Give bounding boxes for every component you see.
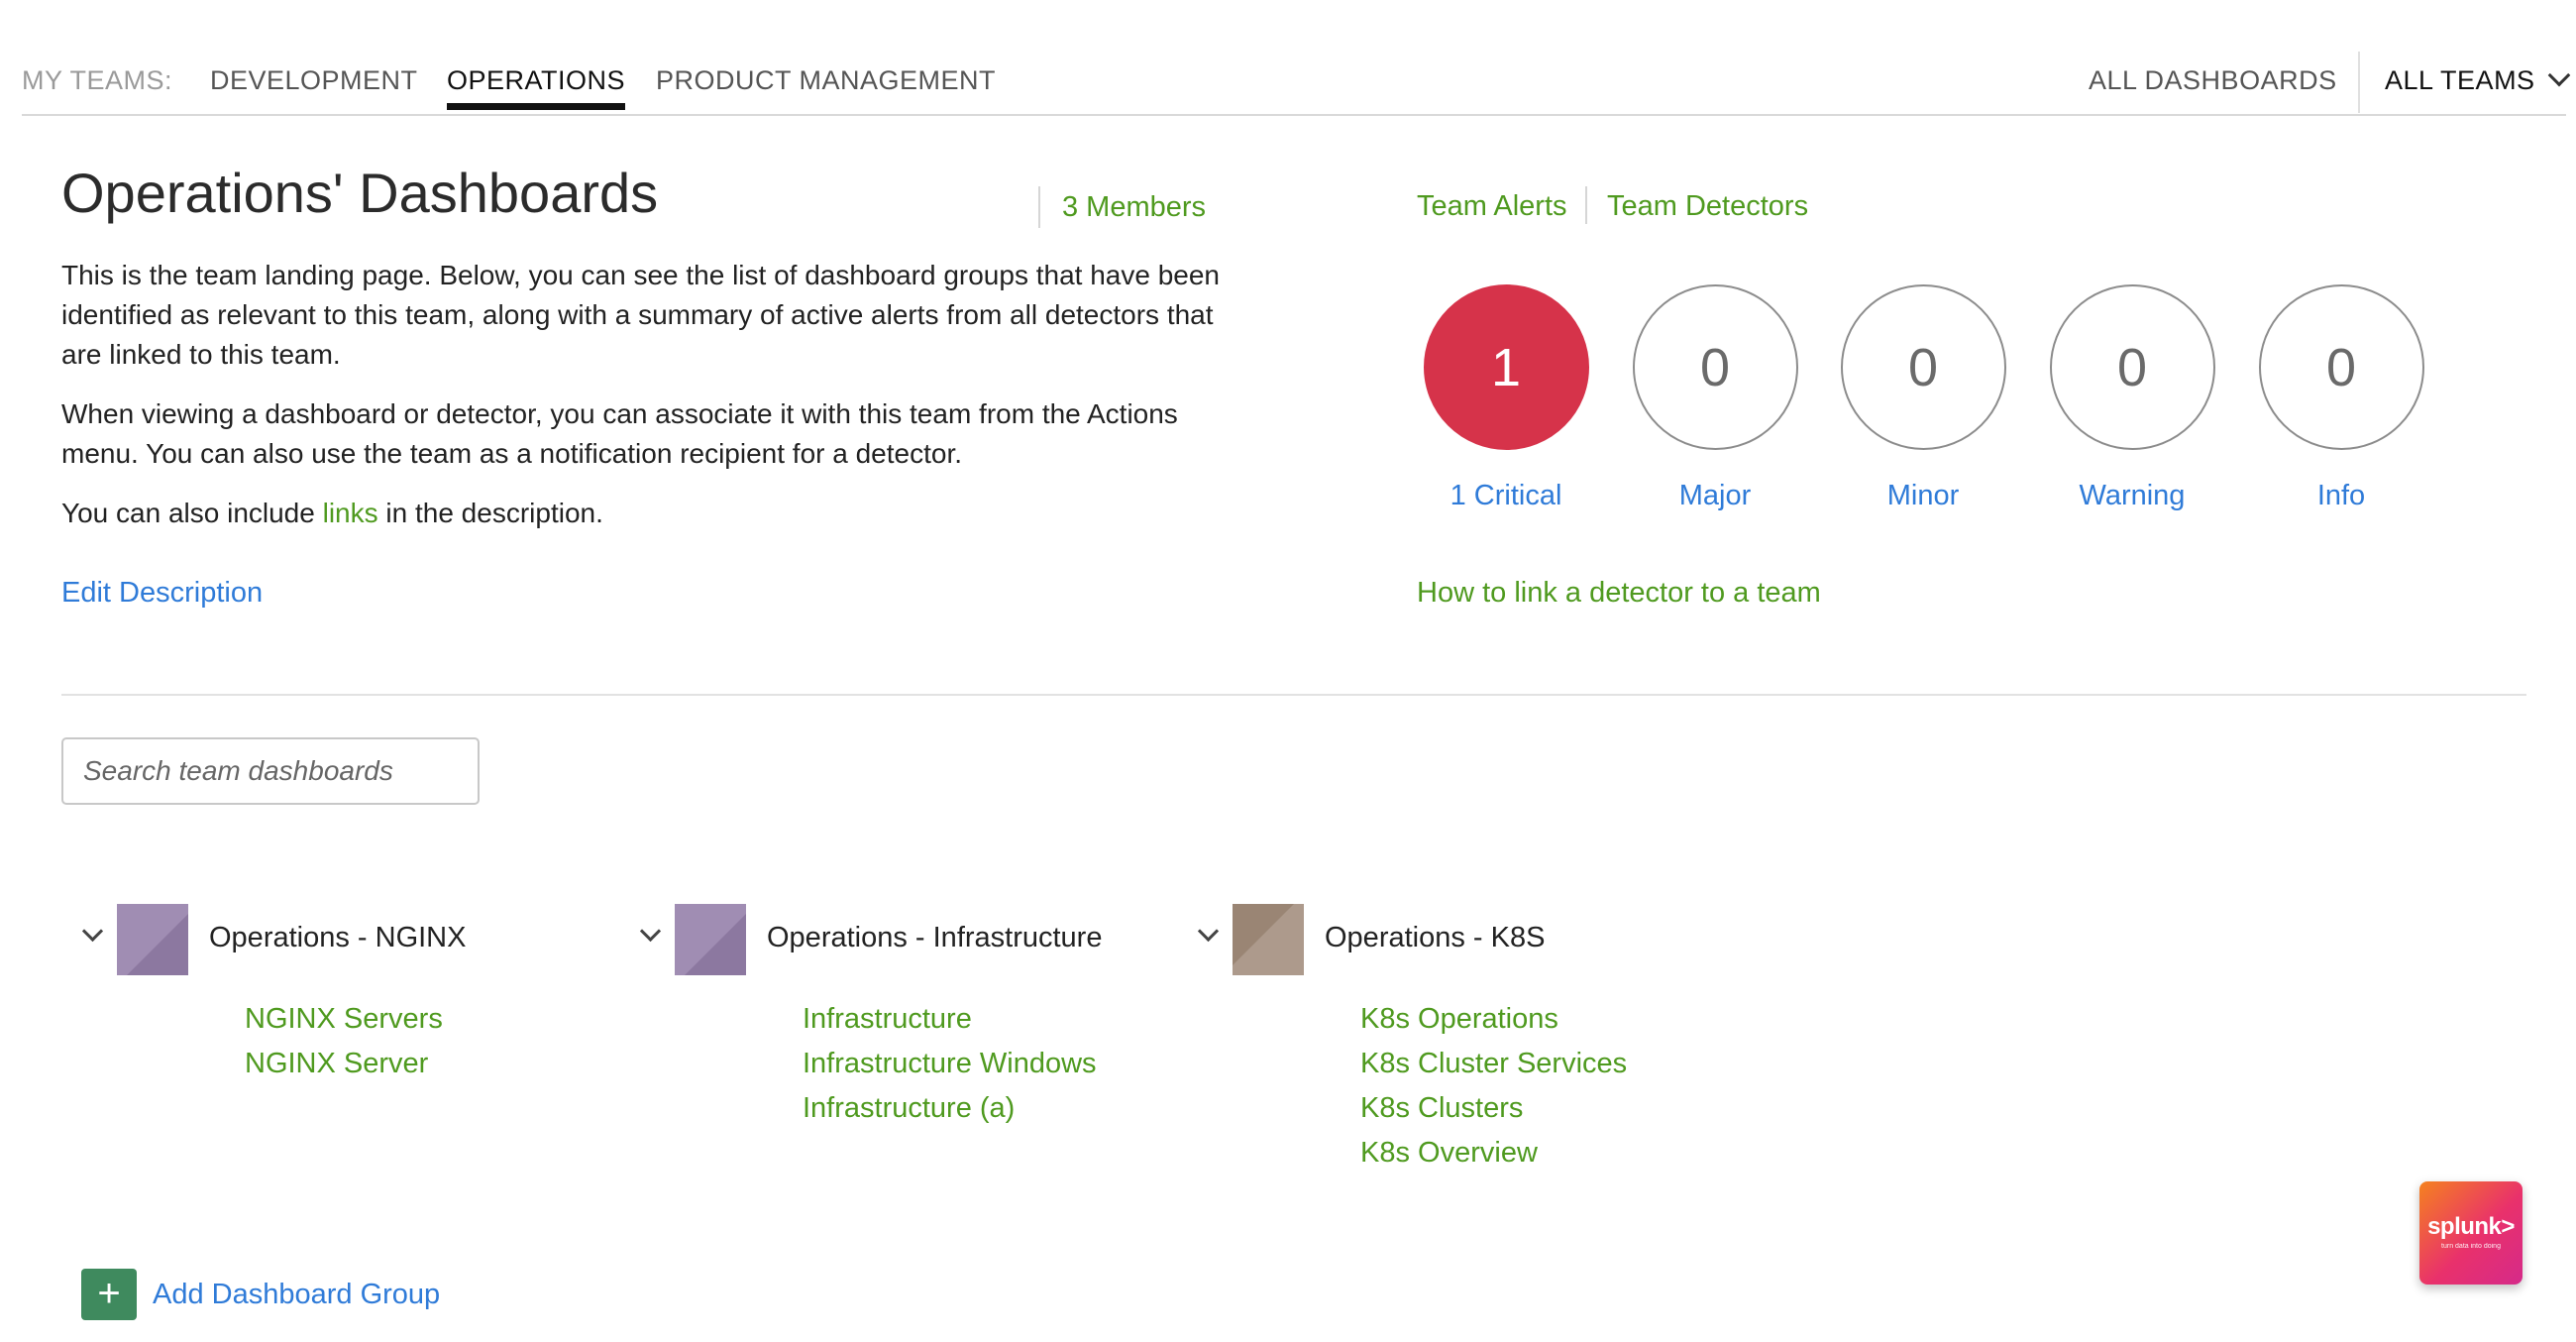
- dashboard-link[interactable]: Infrastructure: [803, 997, 1097, 1042]
- tab-development[interactable]: DEVELOPMENT: [210, 65, 418, 96]
- tab-operations[interactable]: OPERATIONS: [447, 65, 626, 110]
- dashboard-list: NGINX Servers NGINX Server: [245, 997, 443, 1086]
- dashboard-link[interactable]: K8s Cluster Services: [1360, 1042, 1627, 1086]
- team-description: This is the team landing page. Below, yo…: [61, 256, 1231, 553]
- info-count-circle[interactable]: 0: [2258, 284, 2424, 450]
- info-label[interactable]: Info: [2237, 480, 2445, 512]
- severity-minor: 0 Minor: [1819, 284, 2027, 512]
- warning-count-circle[interactable]: 0: [2049, 284, 2215, 450]
- warning-label[interactable]: Warning: [2028, 480, 2236, 512]
- plus-icon: +: [97, 1272, 121, 1315]
- members-divider: [1038, 186, 1040, 228]
- chevron-down-icon[interactable]: [639, 920, 662, 943]
- major-count-circle[interactable]: 0: [1632, 284, 1798, 450]
- members-link[interactable]: 3 Members: [1062, 191, 1206, 224]
- description-link[interactable]: links: [323, 498, 378, 528]
- major-label[interactable]: Major: [1611, 480, 1819, 512]
- logo-text: splunk>: [2427, 1213, 2515, 1240]
- severity-warning: 0 Warning: [2028, 284, 2236, 512]
- group-name[interactable]: Operations - K8S: [1325, 922, 1545, 954]
- dashboard-link[interactable]: Infrastructure Windows: [803, 1042, 1097, 1086]
- my-teams-label: MY TEAMS:: [22, 65, 173, 95]
- chevron-down-icon[interactable]: [1197, 920, 1220, 943]
- section-divider: [61, 694, 2526, 696]
- all-teams-dropdown[interactable]: ALL TEAMS: [2385, 63, 2570, 96]
- all-teams-label: ALL TEAMS: [2385, 65, 2535, 95]
- group-thumbnail: [675, 904, 746, 975]
- minor-label[interactable]: Minor: [1819, 480, 2027, 512]
- team-detectors-link[interactable]: Team Detectors: [1607, 190, 1808, 223]
- minor-count-circle[interactable]: 0: [1840, 284, 2006, 450]
- add-dashboard-group-button[interactable]: +: [81, 1269, 137, 1320]
- group-name[interactable]: Operations - NGINX: [209, 922, 466, 954]
- description-paragraph: When viewing a dashboard or detector, yo…: [61, 398, 1178, 469]
- dashboard-link[interactable]: K8s Overview: [1360, 1131, 1627, 1175]
- dashboard-link[interactable]: NGINX Servers: [245, 997, 443, 1042]
- dashboard-link[interactable]: Infrastructure (a): [803, 1086, 1097, 1131]
- nav-divider: [2358, 52, 2360, 113]
- add-dashboard-group-link[interactable]: Add Dashboard Group: [153, 1279, 440, 1311]
- group-name[interactable]: Operations - Infrastructure: [767, 922, 1102, 954]
- group-thumbnail: [1233, 904, 1304, 975]
- dashboard-link[interactable]: NGINX Server: [245, 1042, 443, 1086]
- severity-critical: 1 1 Critical: [1402, 284, 1610, 512]
- alerts-divider: [1585, 186, 1587, 224]
- chevron-down-icon[interactable]: [81, 920, 104, 943]
- how-to-link-detector-link[interactable]: How to link a detector to a team: [1417, 577, 1821, 610]
- dashboard-link[interactable]: K8s Clusters: [1360, 1086, 1627, 1131]
- severity-major: 0 Major: [1611, 284, 1819, 512]
- all-dashboards-link[interactable]: ALL DASHBOARDS: [2089, 65, 2337, 96]
- page-title: Operations' Dashboards: [61, 162, 659, 224]
- severity-info: 0 Info: [2237, 284, 2445, 512]
- search-input[interactable]: [61, 737, 480, 805]
- dashboard-list: K8s Operations K8s Cluster Services K8s …: [1360, 997, 1627, 1175]
- description-paragraph: This is the team landing page. Below, yo…: [61, 260, 1220, 370]
- splunk-logo[interactable]: splunk> turn data into doing: [2419, 1181, 2522, 1285]
- edit-description-link[interactable]: Edit Description: [61, 577, 263, 610]
- dashboard-list: Infrastructure Infrastructure Windows In…: [803, 997, 1097, 1131]
- critical-count-circle[interactable]: 1: [1423, 284, 1589, 450]
- team-nav: MY TEAMS: DEVELOPMENT OPERATIONS PRODUCT…: [22, 0, 2570, 116]
- description-paragraph: You can also include links in the descri…: [61, 498, 603, 528]
- logo-tagline: turn data into doing: [2441, 1243, 2501, 1250]
- dashboard-link[interactable]: K8s Operations: [1360, 997, 1627, 1042]
- chevron-down-icon: [2547, 63, 2570, 87]
- tab-product-management[interactable]: PRODUCT MANAGEMENT: [656, 65, 996, 96]
- team-alerts-link[interactable]: Team Alerts: [1417, 190, 1567, 223]
- group-thumbnail: [117, 904, 188, 975]
- critical-label[interactable]: 1 Critical: [1402, 480, 1610, 512]
